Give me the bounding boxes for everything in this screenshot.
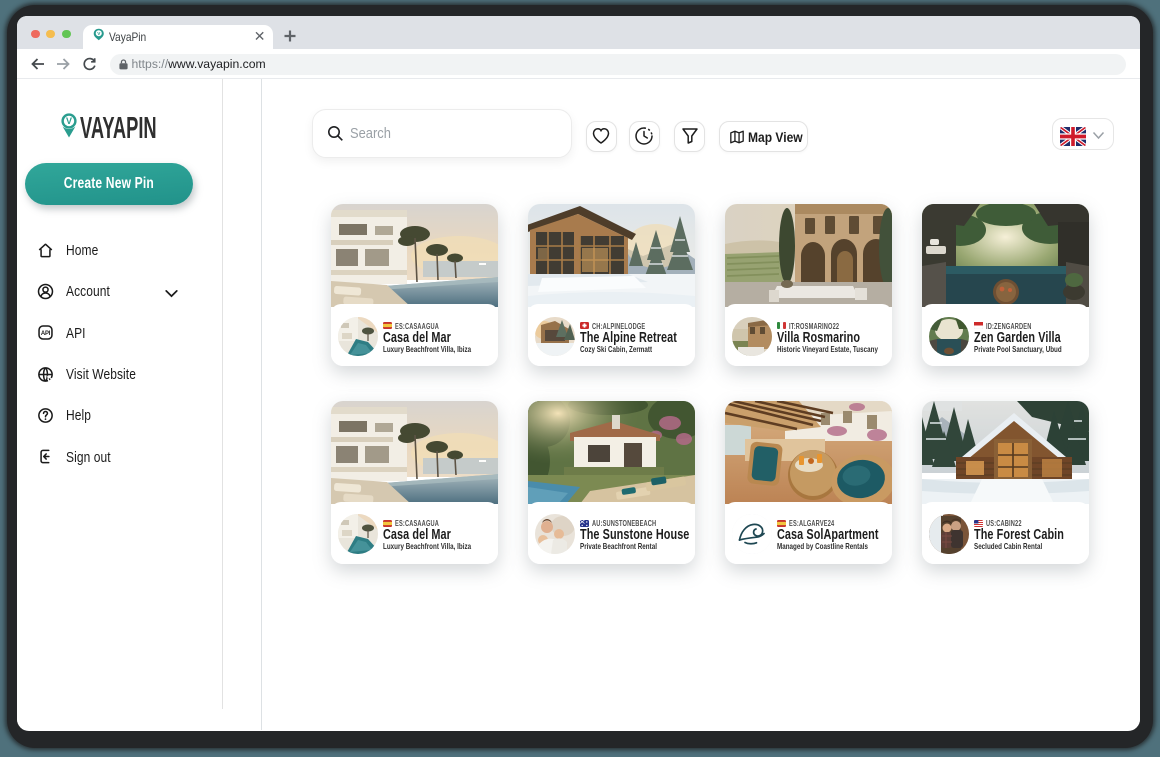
svg-text:V: V xyxy=(66,116,72,126)
svg-text:API: API xyxy=(40,331,50,337)
